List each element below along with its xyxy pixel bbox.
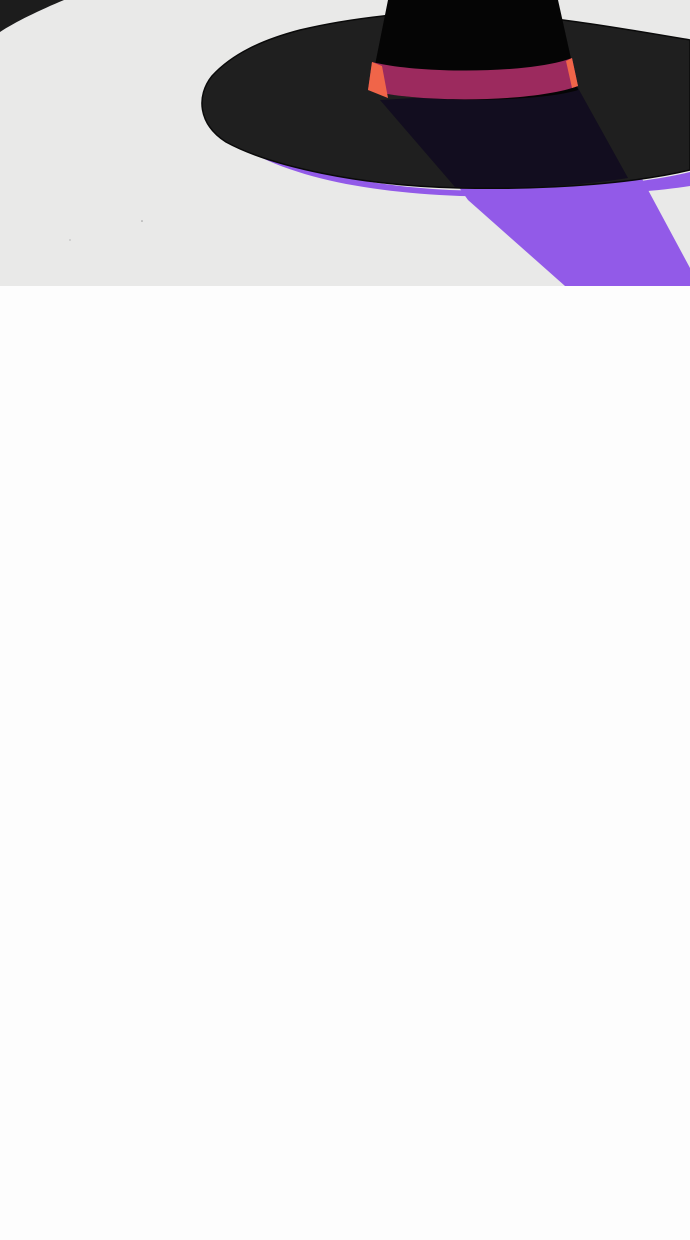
witch-hat-illustration	[0, 0, 690, 286]
blank-content-area	[0, 286, 690, 1240]
speck	[69, 239, 71, 241]
speck	[141, 220, 143, 222]
page	[0, 0, 690, 1240]
illustration-panel	[0, 0, 690, 286]
